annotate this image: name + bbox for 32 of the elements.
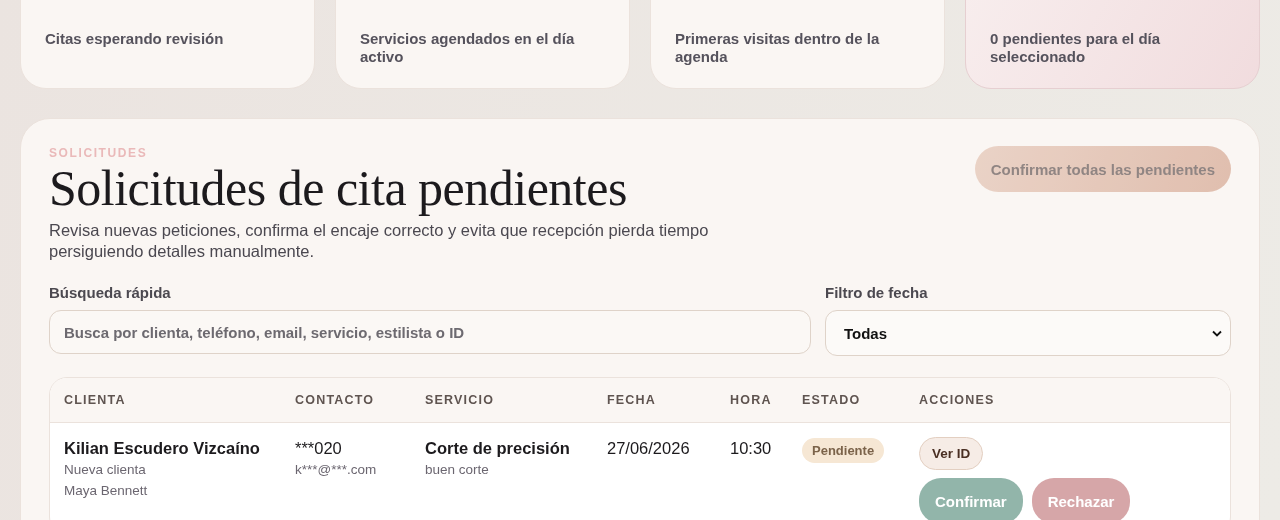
search-label: Búsqueda rápida xyxy=(49,284,172,302)
date-filter-label: Filtro de fecha xyxy=(825,284,929,302)
stat-label: Servicios agendados en el día activo xyxy=(360,30,576,66)
stat-label: Citas esperando revisión xyxy=(45,30,225,48)
client-name: Kilian Escudero Vizcaíno xyxy=(64,438,261,459)
stylist-name: Maya Bennett xyxy=(64,482,149,500)
confirm-button[interactable]: Confirmar xyxy=(919,478,1023,520)
date-cell-text: 27/06/2026 xyxy=(607,438,691,459)
column-header: FECHA xyxy=(607,393,658,407)
service-name: Corte de precisión xyxy=(425,438,571,459)
column-header: SERVICIO xyxy=(425,393,496,407)
section-eyebrow: SOLICITUDES xyxy=(49,146,149,160)
client-type: Nueva clienta xyxy=(64,461,147,479)
status-badge: Pendiente xyxy=(802,438,885,463)
section-title: Solicitudes de cita pendientes xyxy=(49,162,628,214)
service-note: buen corte xyxy=(425,461,490,479)
column-header: CONTACTO xyxy=(295,393,376,407)
date-filter-dropdown[interactable]: Todas xyxy=(825,310,1231,356)
column-header: HORA xyxy=(730,393,773,407)
column-header: ACCIONES xyxy=(919,393,996,407)
search-field[interactable]: Busca por clienta, teléfono, email, servicio, estilista o ID xyxy=(49,310,811,354)
time-cell-text: 10:30 xyxy=(730,438,773,459)
reject-button[interactable]: Rechazar xyxy=(1031,478,1131,520)
stat-label: 0 pendientes para el día seleccionado xyxy=(990,30,1162,66)
phone-text: ***020 xyxy=(295,438,343,459)
view-id-button[interactable]: Ver ID xyxy=(919,437,984,470)
stat-label: Primeras visitas dentro de la agenda xyxy=(675,30,881,66)
email-text: k***@***.com xyxy=(295,461,378,479)
section-description: Revisa nuevas peticiones, confirma el encaje correcto y evita que recepción pierda tiempo persiguiendo detalles manualmente. xyxy=(49,220,710,262)
column-header: CLIENTA xyxy=(64,393,127,407)
column-header: ESTADO xyxy=(802,393,862,407)
chevron-down-icon xyxy=(1212,329,1222,337)
